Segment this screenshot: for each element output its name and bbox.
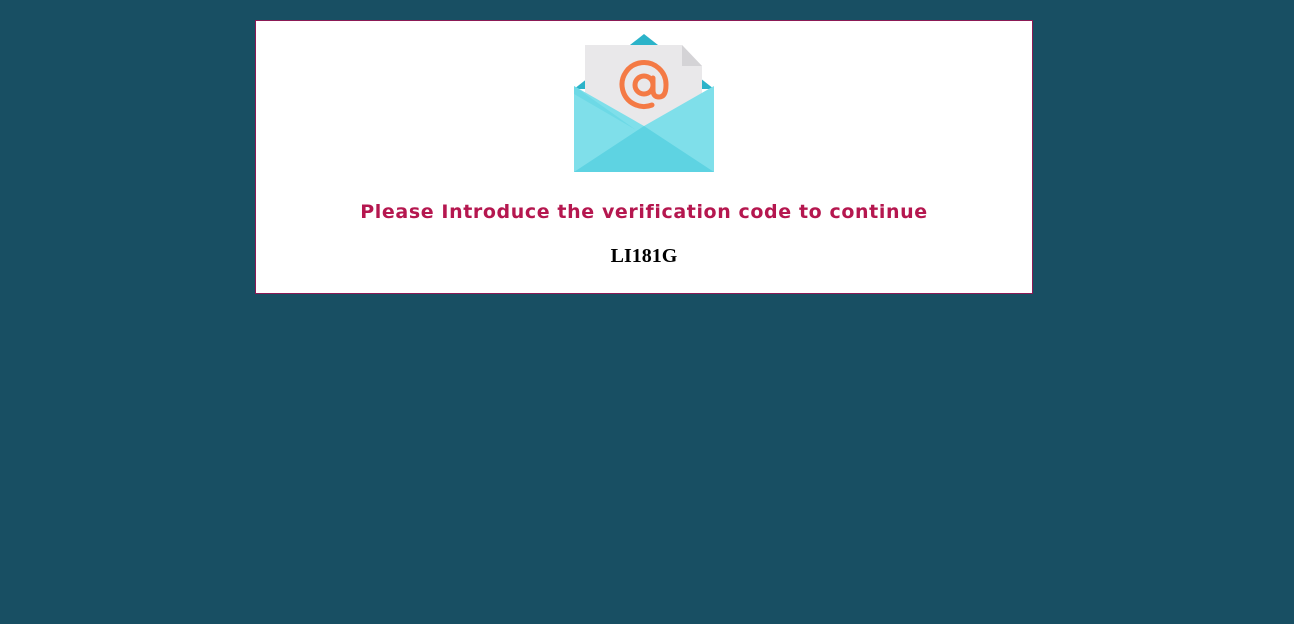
envelope-email-icon bbox=[574, 34, 714, 172]
verification-code: LI181G bbox=[610, 245, 678, 267]
verification-card: Please Introduce the verification code t… bbox=[255, 20, 1033, 294]
verification-message: Please Introduce the verification code t… bbox=[360, 201, 928, 223]
